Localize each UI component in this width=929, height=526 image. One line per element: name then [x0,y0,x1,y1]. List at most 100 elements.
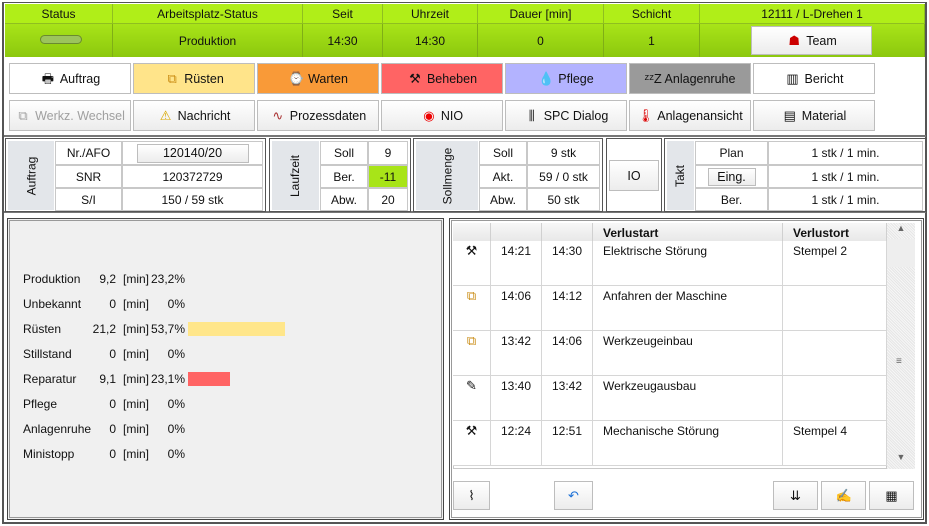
team-button[interactable]: ☗ Team [751,26,872,55]
sollmenge-title-text: Sollmenge [439,147,454,204]
sollmenge-label: Soll [479,141,527,165]
header-col-arbeitsplatz-status: Arbeitsplatz-Status [113,4,303,24]
table-cell-icon: ⚒ [453,241,491,286]
sort-button[interactable]: ⇊ [773,481,818,510]
order-icon: 🖶 [41,70,54,86]
column-header: Verlustart [593,223,783,241]
button-bericht[interactable]: ▥ Bericht [753,63,875,94]
team-icon: ☗ [788,32,801,48]
button-warten[interactable]: ⌚ Warten [257,63,379,94]
takt-eing-button[interactable]: Eing. [707,167,756,186]
button-nachricht[interactable]: ⚠ Nachricht [133,100,255,131]
laufzeit-label: Abw. [320,188,368,211]
button-anlagenansicht[interactable]: 🌡 Anlagenansicht [629,100,751,131]
takt-label: Plan [695,141,768,165]
button-beheben[interactable]: ⚒ Beheben [381,63,503,94]
material-icon: ▤ [783,107,796,123]
laufzeit-value: -11 [368,165,408,188]
tools-icon: ⚒ [465,423,478,438]
table-cell-type: Anfahren der Maschine [593,286,783,331]
sollmenge-label: Akt. [479,165,527,188]
stat-value: 0 [109,397,116,411]
column-header [453,223,491,241]
table-cell-icon: ⧉ [453,286,491,331]
laufzeit-value: 20 [368,188,408,211]
button-label: Werkz. Wechsel [35,108,125,123]
button-auftrag[interactable]: 🖶 Auftrag [9,63,131,94]
auftrag-label: S/I [55,188,122,211]
takt-title: Takt [667,141,694,210]
laufzeit-title: Laufzeit [272,141,319,210]
record-icon: ◉ [423,107,435,123]
stat-value: 0 [109,422,116,436]
auftrag-label: SNR [55,165,122,188]
tools-icon: ⚒ [465,243,478,258]
button-werkz-wechsel[interactable]: ⧉ Werkz. Wechsel [9,100,131,131]
takt-value: 1 stk / 1 min. [768,188,923,211]
stat-value: 21,2 [92,322,116,336]
table-cell-to: 12:51 [542,421,593,466]
scroll-up-button[interactable]: ▲ [887,223,915,239]
table-cell-from: 13:40 [491,376,542,421]
button-spc-dialog[interactable]: ⫼ SPC Dialog [505,100,627,131]
edit-note-button[interactable]: ✍ [821,481,866,510]
auftrag-value: 150 / 59 stk [122,188,263,211]
table-edit-button[interactable]: ▦ [869,481,914,510]
undo-button[interactable]: ↶ [554,481,593,510]
thermometer-icon: 🌡 [637,107,654,123]
table-cell-type: Mechanische Störung [593,421,783,466]
sort-icon: ⇊ [790,487,801,503]
report-icon: ▥ [786,70,799,86]
status-indicator [40,35,82,44]
table-cell-from: 14:21 [491,241,542,286]
table-edit-icon: ▦ [885,487,898,503]
header-col-uhrzeit: Uhrzeit [383,4,478,24]
warning-icon: ⚠ [159,107,172,123]
header-value-dauer: 0 [478,24,604,57]
sollmenge-value: 59 / 0 stk [527,165,600,188]
oil-drop-icon: 💧 [538,70,555,86]
laufzeit-label: Soll [320,141,368,165]
stat-percent: 0% [167,422,185,436]
button-label: Bericht [804,71,844,86]
header-value-seit: 14:30 [303,24,383,57]
button-label: SPC Dialog [543,108,609,123]
button-prozessdaten[interactable]: ∿ Prozessdaten [257,100,379,131]
stat-value: 0 [109,297,116,311]
button-anlagenruhe[interactable]: ᶻᶻZ Anlagenruhe [629,63,751,94]
stat-value: 0 [109,347,116,361]
setup-icon: ⧉ [167,70,177,86]
chart-icon: ∿ [272,107,284,123]
table-cell-type: Werkzeugausbau [593,376,783,421]
column-header: Verlustort [783,223,887,241]
button-label: Nachricht [177,108,231,123]
table-cell-type: Werkzeugeinbau [593,331,783,376]
table-cell-type: Elektrische Störung [593,241,783,286]
takt-value: 1 stk / 1 min. [768,141,923,165]
button-material[interactable]: ▤ Material [753,100,875,131]
scroll-grip-icon: ≡ [896,356,902,367]
table-cell-to: 14:12 [542,286,593,331]
button-rüsten[interactable]: ⧉ Rüsten [133,63,255,94]
takt-title-text: Takt [673,164,688,187]
scroll-down-button[interactable]: ▼ [887,452,915,468]
laufzeit-title-text: Laufzeit [288,154,303,197]
table-cell-to: 13:42 [542,376,593,421]
header-col-status: Status [5,4,113,24]
button-label: Rüsten [184,71,224,86]
stat-percent: 0% [167,447,185,461]
takt-label: Ber. [695,188,768,211]
auftrag-title: Auftrag [8,141,54,210]
io-button[interactable]: IO [609,160,659,191]
stat-percent: 23,1% [150,372,185,386]
broom-button[interactable]: ⌇ [453,481,490,510]
order-number-button[interactable]: 120140/20 [136,143,249,163]
button-pflege[interactable]: 💧 Pflege [505,63,627,94]
table-cell-from: 14:06 [491,286,542,331]
stat-percent: 0% [167,397,185,411]
scrollbar-thumb[interactable] [887,239,915,267]
sollmenge-title: Sollmenge [416,141,478,210]
button-label: Material [801,108,847,123]
setup-icon: ⧉ [466,333,477,348]
button-nio[interactable]: ◉ NIO [381,100,503,131]
